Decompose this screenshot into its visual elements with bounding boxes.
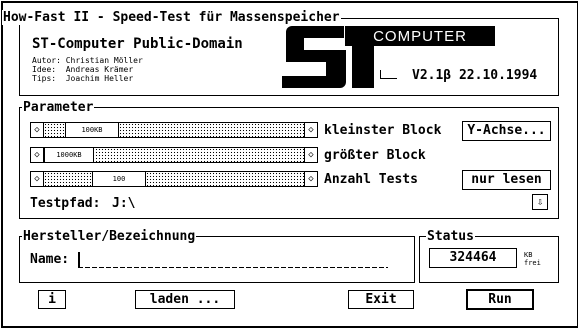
- logo-s-shape-3: [286, 50, 346, 62]
- arrow-left-icon[interactable]: ◇: [31, 172, 44, 186]
- name-input-underline: [78, 267, 388, 268]
- name-input[interactable]: [78, 252, 388, 268]
- slider-thumb[interactable]: 100KB: [65, 123, 119, 137]
- logo-s-shape-1: [286, 26, 344, 38]
- read-only-button[interactable]: nur lesen: [462, 170, 551, 190]
- logo-small-mark: [380, 70, 397, 79]
- credits-text: Autor: Christian Möller Idee: Andreas Kr…: [32, 56, 143, 83]
- parameter-legend: Parameter: [22, 100, 95, 115]
- min-block-label: kleinster Block: [324, 123, 442, 138]
- status-legend: Status: [426, 229, 475, 244]
- slider-track[interactable]: 100: [44, 172, 304, 186]
- test-path-label: Testpfad:: [30, 196, 101, 211]
- product-name: ST-Computer Public-Domain: [32, 36, 243, 52]
- logo-s-shape-4: [326, 62, 346, 76]
- name-label: Name:: [30, 252, 70, 267]
- arrow-right-icon[interactable]: ◇: [304, 172, 317, 186]
- window-title: How-Fast II - Speed-Test für Massenspeic…: [2, 10, 341, 25]
- test-path-value[interactable]: J:\: [112, 196, 135, 211]
- y-axis-button[interactable]: Y-Achse...: [462, 121, 551, 141]
- arrow-right-icon[interactable]: ◇: [304, 123, 317, 137]
- logo-s-shape-2: [286, 38, 304, 50]
- slider-track[interactable]: 100KB: [44, 123, 304, 137]
- max-block-label: größter Block: [324, 148, 426, 163]
- min-block-slider[interactable]: ◇ 100KB ◇: [30, 122, 318, 138]
- free-space-value: 324464: [429, 248, 517, 268]
- info-button[interactable]: i: [38, 290, 66, 309]
- logo-bar: COMPUTER: [345, 26, 495, 46]
- slider-thumb[interactable]: 1000KB: [44, 148, 94, 162]
- test-count-slider[interactable]: ◇ 100 ◇: [30, 171, 318, 187]
- arrow-right-icon[interactable]: ◇: [304, 148, 317, 162]
- logo-t-stem: [352, 46, 374, 88]
- exit-button[interactable]: Exit: [348, 290, 414, 309]
- arrow-left-icon[interactable]: ◇: [31, 148, 44, 162]
- text-cursor: [78, 252, 80, 268]
- run-button[interactable]: Run: [466, 289, 534, 310]
- version-label: V2.1β 22.10.1994: [412, 68, 538, 83]
- manufacturer-legend: Hersteller/Bezeichnung: [22, 229, 197, 244]
- slider-track[interactable]: 1000KB: [44, 148, 304, 162]
- max-block-slider[interactable]: ◇ 1000KB ◇: [30, 147, 318, 163]
- test-count-label: Anzahl Tests: [324, 172, 418, 187]
- logo-s-shape-5: [282, 76, 346, 88]
- free-space-unit: KB frei: [524, 251, 541, 267]
- slider-thumb[interactable]: 100: [92, 172, 146, 186]
- arrow-left-icon[interactable]: ◇: [31, 123, 44, 137]
- scroll-down-icon[interactable]: ⇩: [532, 194, 548, 210]
- load-button[interactable]: laden ...: [135, 290, 235, 309]
- logo-text: COMPUTER: [373, 28, 467, 45]
